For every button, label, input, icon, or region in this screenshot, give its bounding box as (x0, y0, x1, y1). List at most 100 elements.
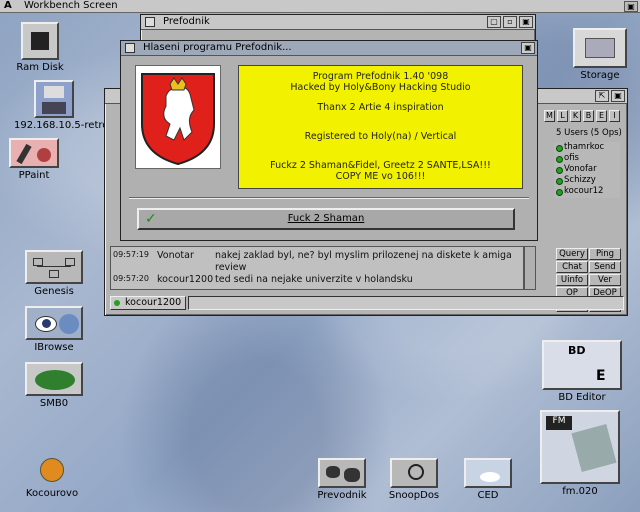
bd-editor-icon[interactable]: BD E BD Editor (542, 340, 622, 403)
about-line: Hacked by Holy&Bony Hacking Studio (290, 82, 471, 93)
window-title: Prefodnik (163, 16, 210, 27)
icon-label: Genesis (34, 286, 74, 297)
file-manager-icon: FM (540, 410, 620, 484)
about-line: Registered to Holy(na) / Vertical (304, 131, 457, 142)
close-icon[interactable] (145, 17, 155, 27)
user-list-item[interactable]: Vonofar (554, 164, 620, 175)
icon-label: 192.168.10.5-retro (14, 120, 109, 131)
user-list[interactable]: thamrkoc ofis Vonofar Schizzy kocour12 (554, 142, 620, 198)
mode-i-button[interactable]: I (609, 110, 620, 122)
chat-scrollbar[interactable] (524, 246, 536, 290)
close-icon[interactable] (125, 43, 135, 53)
status-dot-icon (114, 300, 120, 306)
confirm-button[interactable]: ✓ Fuck 2 Shaman (137, 208, 515, 230)
eye-icon (25, 306, 83, 340)
prevodnik-icon[interactable]: Prevodnik (302, 458, 382, 501)
message-time: 09:57:20 (113, 274, 149, 283)
prefodnik-title-bar[interactable]: Prefodnik ▢ ▫ ▣ (141, 15, 535, 30)
ping-button[interactable]: Ping (589, 248, 621, 260)
network-icon (25, 250, 83, 284)
icon-label: BD Editor (558, 392, 606, 403)
depth-icon[interactable]: ▣ (611, 90, 625, 102)
zoom-icon[interactable]: ▢ (487, 16, 501, 28)
icon-label: fm.020 (562, 486, 598, 497)
nick-label: kocour1200 (125, 297, 182, 308)
ram-disk-icon[interactable]: Ram Disk (0, 22, 80, 73)
about-line: COPY ME vo 106!!! (335, 171, 426, 182)
user-list-item[interactable]: Schizzy (554, 175, 620, 186)
magnifier-icon (390, 458, 438, 488)
confirm-button-label: Fuck 2 Shaman (287, 213, 365, 224)
mode-m-button[interactable]: M (544, 110, 555, 122)
paint-brush-icon (9, 138, 59, 168)
about-line: Fuckz 2 Shaman&Fidel, Greetz 2 SANTE,LSA… (270, 160, 491, 171)
ver-button[interactable]: Ver (589, 274, 621, 286)
amiga-logo-icon: A (4, 0, 12, 11)
snoopdos-icon[interactable]: SnoopDos (374, 458, 454, 501)
icon-label: SMB0 (39, 398, 69, 409)
mode-e-button[interactable]: E (596, 110, 607, 122)
nick-field[interactable]: kocour1200 (110, 296, 186, 310)
users-header: 5 Users (5 Ops) (556, 128, 622, 138)
smb0-icon[interactable]: SMB0 (14, 362, 94, 409)
message-text: nakej zaklad byl, ne? byl myslim priloze… (215, 250, 512, 261)
mode-k-button[interactable]: K (570, 110, 581, 122)
samba-disk-icon (25, 362, 83, 396)
user-list-item[interactable]: kocour12 (554, 186, 620, 197)
checkmark-icon: ✓ (145, 211, 157, 227)
network-share-icon[interactable]: 192.168.10.5-retro (14, 80, 109, 131)
message-nick: kocour1200 (157, 274, 214, 285)
chip-icon (21, 22, 59, 60)
requester-title-bar[interactable]: Hlaseni programu Prefodnik... ▣ (121, 41, 537, 56)
icon-label: PPaint (18, 170, 50, 181)
uinfo-button[interactable]: Uinfo (556, 274, 588, 286)
cat-icon (36, 456, 68, 486)
message-time: 09:57:19 (113, 250, 149, 259)
requester-title: Hlaseni programu Prefodnik... (143, 42, 292, 53)
chat-log[interactable]: 09:57:19 Vonotar nakej zaklad byl, ne? b… (110, 246, 524, 290)
chat-button[interactable]: Chat (556, 261, 588, 273)
kocourovo-icon[interactable]: Kocourovo (12, 456, 92, 499)
icon-label: Ram Disk (16, 62, 64, 73)
about-line: Program Prefodnik 1.40 '098 (312, 71, 449, 82)
ced-icon[interactable]: CED (448, 458, 528, 501)
world-map-icon (318, 458, 366, 488)
message-text: ted sedi na nejake univerzite v holandsk… (215, 274, 413, 285)
depth-icon[interactable]: ▣ (521, 42, 535, 54)
iconify-icon[interactable]: ▫ (503, 16, 517, 28)
icon-label: Kocourovo (25, 488, 79, 499)
ibrowse-icon[interactable]: IBrowse (14, 306, 94, 353)
czech-coat-of-arms-image (135, 65, 221, 169)
depth-gadget-icon[interactable]: ▣ (624, 1, 638, 12)
icon-label: SnoopDos (388, 490, 440, 501)
storage-icon[interactable]: Storage (560, 28, 640, 81)
about-requester[interactable]: Hlaseni programu Prefodnik... ▣ Program … (120, 40, 538, 241)
about-line: Thanx 2 Artie 4 inspiration (317, 102, 444, 113)
query-button[interactable]: Query (556, 248, 588, 260)
swan-icon (464, 458, 512, 488)
user-list-item[interactable]: ofis (554, 153, 620, 164)
genesis-icon[interactable]: Genesis (14, 250, 94, 297)
iconify-icon[interactable]: ⇱ (595, 90, 609, 102)
fm020-icon[interactable]: FM fm.020 (540, 410, 620, 497)
message-input[interactable] (188, 296, 624, 310)
icon-label: Prevodnik (317, 490, 367, 501)
about-text-panel: Program Prefodnik 1.40 '098 Hacked by Ho… (238, 65, 523, 189)
drawer-icon (573, 28, 627, 68)
icon-label: IBrowse (34, 342, 74, 353)
user-list-item[interactable]: thamrkoc (554, 142, 620, 153)
mode-b-button[interactable]: B (583, 110, 594, 122)
icon-label: CED (477, 490, 499, 501)
icon-label: Storage (580, 70, 620, 81)
screen-title: Workbench Screen (24, 0, 118, 11)
depth-icon[interactable]: ▣ (519, 16, 533, 28)
mode-l-button[interactable]: L (557, 110, 568, 122)
message-nick: Vonotar (157, 250, 194, 261)
send-button[interactable]: Send (589, 261, 621, 273)
screen-title-bar[interactable]: A Workbench Screen ▣ (0, 0, 640, 13)
ppaint-icon[interactable]: PPaint (0, 138, 74, 181)
requester-divider (129, 197, 529, 199)
message-text: review (215, 262, 247, 273)
bd-logo-icon: BD E (542, 340, 622, 390)
floppy-icon (34, 80, 74, 118)
